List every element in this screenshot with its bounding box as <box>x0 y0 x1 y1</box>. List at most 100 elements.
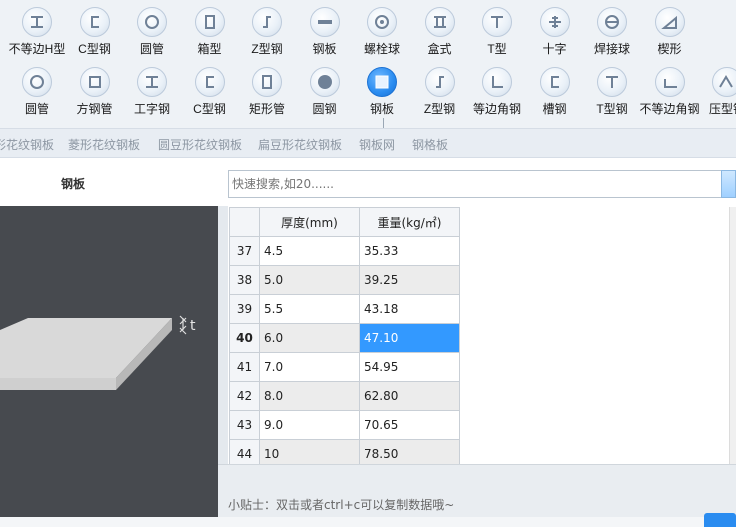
tool-icon-wrap <box>597 7 627 37</box>
subtab-4[interactable]: 钢板网 <box>359 136 395 153</box>
row-number[interactable]: 42 <box>229 381 260 411</box>
tool-profiled-steel[interactable]: 压型钢 <box>694 60 736 118</box>
i-beam-icon <box>146 76 158 88</box>
column-header-weight[interactable]: 重量(kg/㎡) <box>359 207 460 237</box>
tool-icon-wrap <box>482 67 512 97</box>
tool-wedge[interactable]: 楔形 <box>637 0 703 58</box>
row-number[interactable]: 38 <box>229 265 260 295</box>
subtab-2[interactable]: 圆豆形花纹钢板 <box>158 136 242 153</box>
cell-thickness[interactable]: 10 <box>259 439 360 464</box>
subtab-5[interactable]: 钢格板 <box>412 136 448 153</box>
cell-weight[interactable]: 54.95 <box>359 352 460 382</box>
tool-icon-wrap <box>137 67 167 97</box>
corner-action-button[interactable] <box>704 513 736 527</box>
table-row[interactable]: 37 4.5 35.33 <box>229 236 460 266</box>
channel-icon <box>550 76 559 88</box>
profiled-steel-icon <box>719 75 733 88</box>
round-tube-icon <box>145 15 159 29</box>
tool-icon-wrap <box>424 7 455 37</box>
table-row[interactable]: 43 9.0 70.65 <box>229 410 460 440</box>
table-row[interactable]: 40 6.0 47.10 <box>229 323 460 353</box>
tool-icon-wrap <box>712 67 736 97</box>
tool-label: 压型钢 <box>708 102 736 116</box>
tool-icon-wrap <box>367 67 397 97</box>
palette-row-1: 不等边H型 C型钢 圆管 箱型 Z型钢 钢板 螺栓球 盒式 T型 十字 焊接球 楔形 <box>0 0 736 60</box>
section-preview: t <box>0 206 218 517</box>
steel-plate-icon <box>317 20 332 24</box>
z-section-icon <box>435 76 444 88</box>
data-table: 厚度(mm) 重量(kg/㎡) 37 4.5 35.33 38 5.0 39.25 39 5.… <box>229 207 460 464</box>
tool-icon-wrap <box>424 67 455 97</box>
vertical-scrollbar[interactable] <box>729 207 736 464</box>
tool-icon-wrap <box>654 7 685 37</box>
t-section-icon <box>491 16 503 28</box>
cell-weight[interactable]: 78.50 <box>359 439 460 464</box>
cell-thickness[interactable]: 5.5 <box>259 294 360 324</box>
cell-weight[interactable]: 43.18 <box>359 294 460 324</box>
tool-icon-wrap <box>252 67 282 97</box>
table-row[interactable]: 44 10 78.50 <box>229 439 460 464</box>
row-number[interactable]: 40 <box>229 323 260 353</box>
wedge-icon <box>660 15 677 29</box>
tool-icon-wrap <box>194 7 225 37</box>
tool-icon-wrap <box>539 67 570 97</box>
steel-plate-preview: t <box>0 315 196 390</box>
tool-icon-wrap <box>194 67 225 97</box>
table-row[interactable]: 42 8.0 62.80 <box>229 381 460 411</box>
row-number[interactable]: 39 <box>229 294 260 324</box>
box-section-icon <box>204 15 215 29</box>
row-number[interactable]: 41 <box>229 352 260 382</box>
tool-icon-wrap <box>79 7 110 37</box>
cell-weight[interactable]: 39.25 <box>359 265 460 295</box>
section-palette: 不等边H型 C型钢 圆管 箱型 Z型钢 钢板 螺栓球 盒式 T型 十字 焊接球 楔形 圆管 方钢管 工字钢… <box>0 0 736 128</box>
table-row[interactable]: 38 5.0 39.25 <box>229 265 460 295</box>
subtype-tab-strip: 形花纹钢板 菱形花纹钢板 圆豆形花纹钢板 扁豆形花纹钢板 钢板网 钢格板 <box>0 128 736 158</box>
h-beam-icon <box>31 16 43 28</box>
table-viewport: 厚度(mm) 重量(kg/㎡) 37 4.5 35.33 38 5.0 39.25 39 5.… <box>229 207 729 464</box>
thickness-dimension-icon <box>179 315 187 335</box>
row-number[interactable]: 43 <box>229 410 260 440</box>
column-header-thickness[interactable]: 厚度(mm) <box>259 207 360 237</box>
subtab-0[interactable]: 形花纹钢板 <box>0 136 54 153</box>
unequal-angle-icon <box>663 79 677 88</box>
section-title: 钢板 <box>60 177 85 191</box>
tool-icon-wrap <box>137 7 167 37</box>
tool-icon-wrap <box>79 67 110 97</box>
cross-section-icon <box>548 16 561 28</box>
cell-weight[interactable]: 62.80 <box>359 381 460 411</box>
cell-weight[interactable]: 47.10 <box>359 323 460 353</box>
cell-thickness[interactable]: 4.5 <box>259 236 360 266</box>
cell-thickness[interactable]: 8.0 <box>259 381 360 411</box>
box-type-icon <box>433 16 446 28</box>
table-row[interactable]: 39 5.5 43.18 <box>229 294 460 324</box>
cell-thickness[interactable]: 6.0 <box>259 323 360 353</box>
tool-icon-wrap <box>22 67 52 97</box>
square-tube-icon <box>88 76 101 88</box>
palette-row-2: 圆管方钢管工字钢C型钢矩形管圆钢钢板Z型钢等边角钢槽钢T型钢不等边角钢压型钢 <box>0 60 736 120</box>
tool-icon-wrap <box>309 67 340 97</box>
table-row[interactable]: 41 7.0 54.95 <box>229 352 460 382</box>
tool-icon-wrap <box>252 7 282 37</box>
round-tube-icon <box>30 75 44 89</box>
row-number[interactable]: 44 <box>229 439 260 464</box>
plate-front-edge <box>0 378 116 390</box>
round-bar-icon <box>317 75 332 89</box>
search-button[interactable] <box>721 170 736 198</box>
cell-thickness[interactable]: 7.0 <box>259 352 360 382</box>
tool-icon-wrap <box>22 7 52 37</box>
tip-text: 小贴士：双击或者ctrl+c可以复制数据哦~ <box>228 498 455 512</box>
cell-weight[interactable]: 35.33 <box>359 236 460 266</box>
subtab-3[interactable]: 扁豆形花纹钢板 <box>258 136 342 153</box>
cell-weight[interactable]: 70.65 <box>359 410 460 440</box>
row-number[interactable]: 37 <box>229 236 260 266</box>
cell-thickness[interactable]: 5.0 <box>259 265 360 295</box>
c-channel-icon <box>90 16 99 28</box>
tool-icon-wrap <box>539 7 570 37</box>
t-section-icon <box>606 76 618 88</box>
thickness-label: t <box>190 318 196 334</box>
search-input[interactable] <box>228 170 723 198</box>
cell-thickness[interactable]: 9.0 <box>259 410 360 440</box>
subtab-1[interactable]: 菱形花纹钢板 <box>68 136 140 153</box>
bottom-strip <box>0 517 736 527</box>
equal-angle-icon <box>492 76 503 88</box>
